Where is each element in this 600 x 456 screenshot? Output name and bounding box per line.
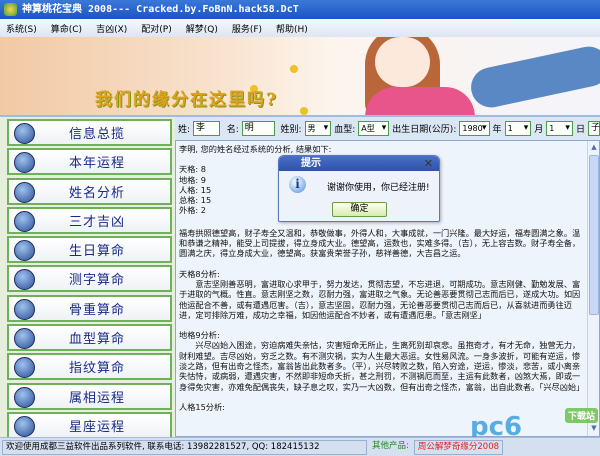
nav-label: 星座运程 (69, 419, 126, 435)
result-paragraph: 意志坚刚善恶明，富进取心求甲于，努力发达，贯彻志望，不忘进退，可期成功。意志刚健… (179, 278, 581, 320)
flower-icon (290, 65, 298, 73)
status-other-label: 其他产品: (372, 440, 409, 451)
watermark-tag: 下载站 (565, 408, 599, 423)
result-heading: 人格15分析: (179, 401, 225, 412)
result-paragraph: 福寿拱照德望高，财子寿全又温和，恭敬做事，外得人和，大事成就，一门兴隆。最大好运… (179, 227, 581, 259)
name-label: 名: (226, 125, 239, 135)
menu-system[interactable]: 系统(S) (6, 22, 37, 35)
nav-fingerprint[interactable]: 指纹算命 (7, 353, 172, 381)
menu-dream[interactable]: 解梦(Q) (186, 22, 218, 35)
nav-label: 指纹算命 (69, 361, 126, 377)
scroll-thumb[interactable] (589, 155, 599, 315)
nav-label: 血型算命 (69, 332, 126, 348)
surname-label: 姓: (178, 125, 191, 135)
close-icon[interactable]: ✕ (424, 156, 433, 171)
dialog-title-bar: 提示 ✕ (279, 156, 439, 171)
nav-icon (14, 328, 35, 350)
banner-girl-face (375, 37, 430, 87)
menu-bar: 系统(S) 算命(C) 吉凶(X) 配对(P) 解梦(Q) 服务(F) 帮助(H… (0, 19, 600, 37)
nav-zodiac-animal[interactable]: 属相运程 (7, 382, 172, 410)
input-form: 姓: 李 名: 明 姓别: 男 血型: A型 出生日期(公历): 1980 年 … (175, 117, 600, 140)
year-select[interactable]: 1980 (459, 121, 490, 136)
menu-service[interactable]: 服务(F) (232, 22, 262, 35)
title-bar: 神算桃花宝典 2008--- Cracked.by.FoBnN.hack58.D… (0, 0, 600, 19)
nav-icon (14, 298, 35, 320)
name-input[interactable]: 明 (241, 121, 276, 136)
banner-slogan: 我们的缘分在这里吗? (95, 90, 278, 110)
nav-label: 骨重算命 (69, 302, 126, 318)
result-paragraph: 兴尽凶始入困途，穷迫病难失亲怙，灾害短命无所止，生离死别却哀悲。虽抱奇才，有才无… (179, 340, 585, 392)
result-heading: 地格9分析: (179, 330, 220, 341)
nav-icon (14, 123, 35, 144)
gender-label: 姓别: (280, 125, 302, 135)
menu-luck[interactable]: 吉凶(X) (96, 22, 127, 35)
hour-select[interactable]: 子 (587, 121, 600, 136)
banner-legs-shape (467, 42, 600, 112)
birth-label: 出生日期(公历): (392, 125, 457, 135)
scroll-down-icon[interactable]: ▼ (589, 423, 599, 435)
nav-label: 生日算命 (69, 244, 126, 260)
nav-icon (14, 357, 35, 379)
nav-sancai[interactable]: 三才吉凶 (7, 206, 172, 234)
day-select[interactable]: 1 (546, 121, 573, 136)
result-heading: 天格8分析: (179, 268, 220, 279)
status-other-product[interactable]: 周公解梦奇缘分2008 (413, 439, 504, 455)
blood-label: 血型: (334, 125, 356, 135)
status-bar: 欢迎使用成都三益软件出品系列软件, 联系电话: 13982281527, QQ:… (0, 437, 600, 456)
nav-icon (14, 386, 35, 408)
app-logo-icon (4, 3, 17, 16)
vertical-scrollbar[interactable]: ▲ ▼ (587, 141, 599, 436)
dialog-title: 提示 (301, 158, 321, 169)
menu-help[interactable]: 帮助(H) (276, 22, 308, 35)
nav-label: 测字算命 (69, 273, 126, 289)
sidebar: 信息总揽 本年运程 姓名分析 三才吉凶 生日算命 测字算命 骨重算命 血型算命 … (0, 117, 175, 439)
nav-icon (14, 240, 35, 262)
nav-icon (14, 269, 35, 291)
nav-character[interactable]: 测字算命 (7, 265, 172, 293)
nav-icon (14, 181, 35, 203)
info-icon: i (289, 176, 306, 193)
info-dialog: 提示 ✕ i 谢谢你使用，你已经注册! 确定 (278, 155, 440, 222)
year-unit: 年 (492, 125, 502, 135)
blood-select[interactable]: A型 (358, 121, 390, 136)
gender-select[interactable]: 男 (304, 121, 332, 136)
nav-overview[interactable]: 信息总揽 (7, 119, 172, 146)
status-welcome: 欢迎使用成都三益软件出品系列软件, 联系电话: 13982281527, QQ:… (2, 439, 367, 455)
window-title: 神算桃花宝典 2008--- Cracked.by.FoBnN.hack58.D… (22, 4, 299, 15)
nav-birthday[interactable]: 生日算命 (7, 236, 172, 264)
nav-icon (14, 152, 35, 174)
day-unit: 日 (575, 125, 585, 135)
nav-year-fortune[interactable]: 本年运程 (7, 148, 172, 176)
flower-icon (300, 107, 308, 115)
surname-input[interactable]: 李 (193, 121, 220, 136)
nav-label: 姓名分析 (69, 185, 126, 201)
menu-match[interactable]: 配对(P) (141, 22, 171, 35)
nav-constellation[interactable]: 星座运程 (7, 411, 172, 439)
month-unit: 月 (534, 125, 544, 135)
scroll-up-icon[interactable]: ▲ (589, 142, 599, 154)
dialog-message: 谢谢你使用，你已经注册! (327, 183, 430, 193)
ok-button[interactable]: 确定 (332, 202, 387, 217)
result-intro: 李明, 您的姓名经过系统的分析, 结果如下: (179, 144, 332, 154)
nav-icon (14, 210, 35, 232)
nav-blood-type[interactable]: 血型算命 (7, 324, 172, 352)
menu-fortune[interactable]: 算命(C) (51, 22, 82, 35)
nav-label: 本年运程 (69, 156, 126, 172)
nav-label: 属相运程 (69, 390, 126, 406)
nav-label: 三才吉凶 (69, 214, 126, 230)
nav-name-analysis[interactable]: 姓名分析 (7, 177, 172, 205)
nav-label: 信息总揽 (69, 127, 126, 142)
banner-girl-body (365, 87, 475, 115)
nav-bone-weight[interactable]: 骨重算命 (7, 294, 172, 322)
banner-image: 我们的缘分在这里吗? (0, 37, 600, 117)
month-select[interactable]: 1 (504, 121, 532, 136)
nav-icon (14, 415, 35, 437)
